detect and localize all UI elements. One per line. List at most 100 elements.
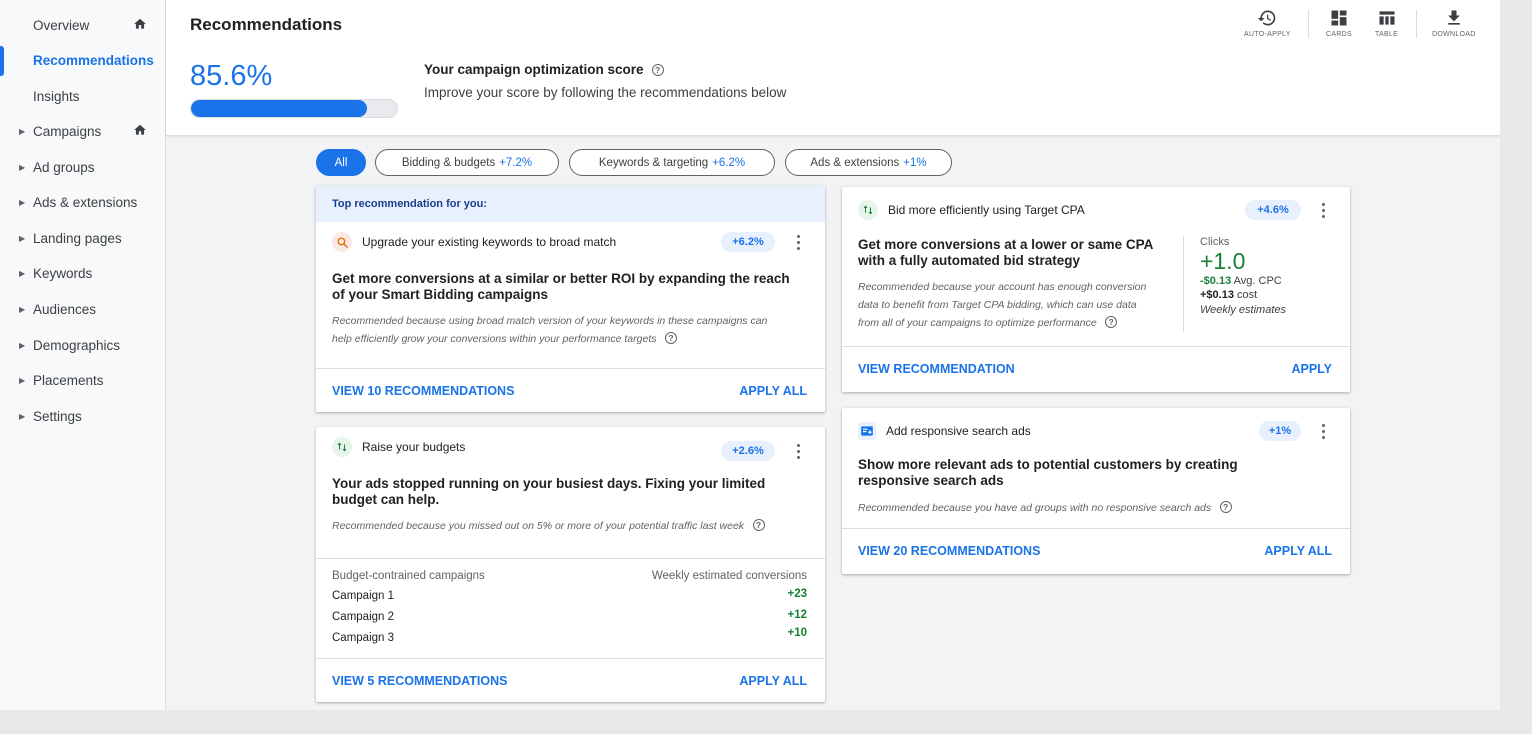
help-icon[interactable]: ? — [651, 63, 664, 76]
view-recommendations-button[interactable]: VIEW 10 RECOMMENDATIONS — [332, 384, 514, 398]
card-footer: VIEW 20 RECOMMENDATIONS APPLY ALL — [842, 528, 1350, 574]
more-options-icon[interactable] — [1316, 421, 1330, 441]
home-icon — [134, 124, 146, 135]
table-header: Budget-contrained campaigns — [332, 570, 485, 582]
sidebar-item-keywords[interactable]: ▶ Keywords — [0, 257, 165, 289]
sidebar-item-settings[interactable]: ▶ Settings — [0, 400, 165, 432]
sidebar-item-label: Ads & extensions — [33, 194, 138, 210]
optimization-score-fill — [191, 100, 368, 117]
sidebar-item-campaigns[interactable]: ▶ Campaigns — [0, 115, 165, 147]
sidebar-item-landing-pages[interactable]: ▶ Landing pages — [0, 222, 165, 254]
sidebar: Overview Recommendations Insights ▶ Camp… — [0, 0, 166, 710]
sidebar-item-demographics[interactable]: ▶ Demographics — [0, 329, 165, 361]
app-window: Overview Recommendations Insights ▶ Camp… — [0, 0, 1500, 710]
card-footer: VIEW RECOMMENDATION APPLY — [842, 346, 1350, 392]
sidebar-item-label: Audiences — [33, 301, 97, 317]
more-options-icon[interactable] — [791, 441, 805, 461]
apply-button[interactable]: APPLY — [1291, 362, 1332, 376]
more-options-icon[interactable] — [791, 232, 805, 252]
apply-all-button[interactable]: APPLY ALL — [739, 384, 807, 398]
estimated-conversions: +23 — [787, 588, 807, 600]
card-heading: Bid more efficiently using Target CPA — [888, 203, 1085, 217]
search-icon — [332, 232, 352, 252]
sidebar-item-ad-groups[interactable]: ▶ Ad groups — [0, 151, 165, 183]
sidebar-item-ads-extensions[interactable]: ▶ Ads & extensions — [0, 186, 165, 218]
filter-chip-label: Bidding & budgets — [401, 156, 496, 169]
download-button[interactable]: DOWNLOAD — [1432, 8, 1476, 42]
sidebar-item-placements[interactable]: ▶ Placements — [0, 364, 165, 396]
table-view-button[interactable]: TABLE — [1375, 8, 1398, 42]
card-title: Get more conversions at a similar or bet… — [332, 271, 790, 302]
download-label: DOWNLOAD — [1432, 31, 1476, 38]
optimization-score-subtitle: Improve your score by following the reco… — [424, 85, 787, 100]
sidebar-item-label: Overview — [33, 17, 90, 33]
view-recommendation-button[interactable]: VIEW RECOMMENDATION — [858, 362, 1015, 376]
page-title: Recommendations — [190, 15, 343, 34]
clicks-label: Clicks — [1200, 236, 1230, 248]
filter-chip-all[interactable]: All — [316, 149, 366, 176]
help-icon[interactable]: ? — [1219, 500, 1232, 513]
sidebar-item-label: Placements — [33, 372, 104, 388]
recommendation-card-responsive-search-ads: Add responsive search ads +1% Show more … — [842, 408, 1350, 574]
caret-right-icon: ▶ — [19, 162, 26, 172]
toolbar-divider — [1308, 10, 1309, 38]
optimization-score-title-text: Your campaign optimization score — [424, 62, 644, 77]
home-icon — [134, 18, 146, 29]
auto-apply-button[interactable]: AUTO-APPLY — [1244, 8, 1291, 42]
estimated-conversions: +12 — [787, 609, 807, 621]
auto-apply-label: AUTO-APPLY — [1244, 31, 1291, 38]
uplift-badge: +2.6% — [721, 441, 775, 461]
sidebar-item-audiences[interactable]: ▶ Audiences — [0, 293, 165, 325]
view-recommendations-button[interactable]: VIEW 5 RECOMMENDATIONS — [332, 674, 507, 688]
view-recommendations-button[interactable]: VIEW 20 RECOMMENDATIONS — [858, 544, 1040, 558]
card-title: Your ads stopped running on your busiest… — [332, 476, 766, 507]
sidebar-item-overview[interactable]: Overview — [0, 9, 165, 41]
help-icon[interactable]: ? — [752, 518, 765, 531]
sidebar-item-label: Campaigns — [33, 123, 102, 139]
more-options-icon[interactable] — [1316, 200, 1330, 220]
filter-chip-keywords-targeting[interactable]: Keywords & targeting +6.2% — [569, 149, 775, 176]
table-icon — [1379, 11, 1395, 25]
sidebar-item-label: Keywords — [33, 265, 93, 281]
sidebar-item-label: Settings — [33, 408, 82, 424]
card-reason: Recommended because you missed out on 5%… — [332, 520, 745, 532]
card-footer: VIEW 10 RECOMMENDATIONS APPLY ALL — [316, 368, 825, 412]
card-reason: Recommended because using broad match ve… — [332, 315, 768, 345]
up-down-arrows-icon — [858, 200, 878, 220]
filter-chip-ads-extensions[interactable]: Ads & extensions +1% — [785, 149, 952, 176]
filter-chip-uplift: +7.2% — [499, 156, 533, 169]
toolbar-divider — [1416, 10, 1417, 38]
cost-value: +$0.13 — [1200, 289, 1234, 301]
help-icon[interactable]: ? — [664, 331, 677, 344]
caret-right-icon: ▶ — [19, 411, 26, 421]
recommendation-card-broad-match: Top recommendation for you: Upgrade your… — [316, 186, 825, 412]
table-row[interactable]: Campaign 1 +23 — [332, 587, 807, 607]
apply-all-button[interactable]: APPLY ALL — [1264, 544, 1332, 558]
history-clock-icon — [1258, 10, 1276, 26]
sidebar-item-label: Ad groups — [33, 159, 95, 175]
avg-cpc-label: Avg. CPC — [1233, 275, 1282, 287]
card-heading: Upgrade your existing keywords to broad … — [362, 235, 617, 249]
campaign-name: Campaign 1 — [332, 590, 395, 602]
dashboard-icon — [1331, 10, 1347, 26]
sidebar-item-recommendations[interactable]: Recommendations — [0, 44, 165, 76]
filter-chip-uplift: +1% — [903, 156, 927, 169]
card-reason-wrap: Recommended because using broad match ve… — [332, 311, 772, 347]
table-row[interactable]: Campaign 2 +12 — [332, 608, 807, 628]
caret-right-icon: ▶ — [19, 304, 26, 314]
sidebar-item-label: Landing pages — [33, 230, 122, 246]
ad-add-icon — [858, 422, 876, 440]
optimization-score-title: Your campaign optimization score ? — [424, 62, 664, 77]
avg-cpc-line: -$0.13 Avg. CPC — [1200, 274, 1333, 288]
filter-chip-bidding-budgets[interactable]: Bidding & budgets +7.2% — [375, 149, 559, 176]
sidebar-item-insights[interactable]: Insights — [0, 80, 165, 112]
table-row[interactable]: Campaign 3 +10 — [332, 627, 807, 649]
help-icon[interactable]: ? — [1105, 315, 1118, 328]
top-recommendation-banner: Top recommendation for you: — [316, 186, 825, 222]
optimization-score-bar — [190, 99, 398, 118]
uplift-badge: +4.6% — [1245, 200, 1301, 220]
caret-right-icon: ▶ — [19, 197, 26, 207]
download-icon — [1447, 10, 1460, 25]
cards-view-button[interactable]: CARDS — [1326, 8, 1352, 42]
apply-all-button[interactable]: APPLY ALL — [739, 674, 807, 688]
